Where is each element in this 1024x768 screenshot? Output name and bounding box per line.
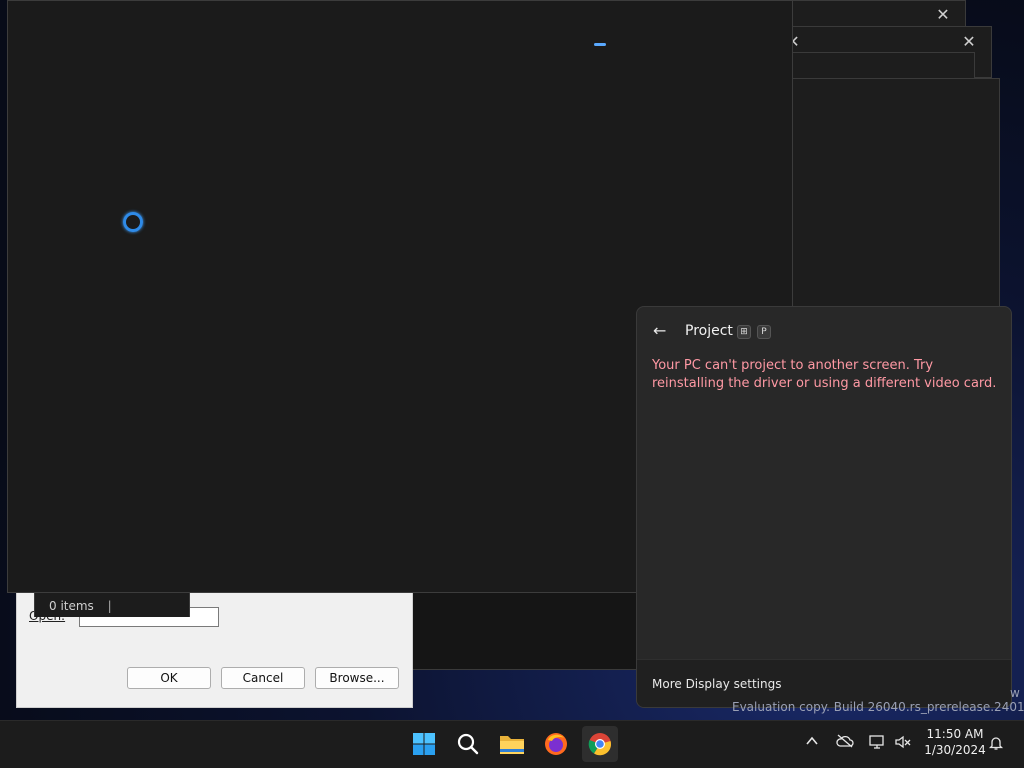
clock-time: 11:50 AM [926, 727, 984, 741]
windows-key-icon: ⊞ [737, 325, 751, 339]
cancel-button[interactable]: Cancel [221, 667, 305, 689]
search-icon[interactable] [450, 726, 486, 762]
file-explorer-icon[interactable] [494, 726, 530, 762]
p-key-badge: P [757, 325, 771, 339]
close-icon[interactable]: ✕ [959, 34, 979, 50]
close-icon[interactable]: ✕ [933, 7, 953, 23]
taskbar-clock[interactable]: 11:50 AM 1/30/2024 [918, 726, 992, 758]
chevron-up-icon[interactable] [805, 734, 819, 752]
onedrive-offline-icon[interactable] [836, 734, 854, 752]
network-icon[interactable] [868, 734, 886, 754]
firefox-icon[interactable] [538, 726, 574, 762]
chrome-icon[interactable] [582, 726, 618, 762]
flyout-title: Project [685, 323, 733, 339]
notification-bell-icon[interactable] [988, 735, 1004, 755]
start-icon[interactable] [406, 726, 442, 762]
active-app-indicator [594, 43, 606, 46]
clock-date: 1/30/2024 [924, 743, 986, 757]
item-count: 0 items [49, 599, 94, 613]
watermark-partial: w [1010, 686, 1020, 700]
browse-button[interactable]: Browse... [315, 667, 399, 689]
back-arrow-icon[interactable]: ← [653, 321, 666, 340]
error-message: Your PC can't project to another screen.… [652, 358, 997, 391]
ok-button[interactable]: OK [127, 667, 211, 689]
status-divider: | [107, 599, 112, 613]
loading-spinner-icon [123, 212, 143, 232]
project-flyout: ← Project ⊞ P Your PC can't project to a… [636, 306, 1012, 708]
more-display-settings-link[interactable]: More Display settings [652, 677, 781, 691]
volume-muted-icon[interactable] [894, 734, 912, 754]
explorer-status-bar: 0 items | [34, 593, 190, 617]
evaluation-watermark: Evaluation copy. Build 26040.rs_prerelea… [732, 700, 1024, 714]
